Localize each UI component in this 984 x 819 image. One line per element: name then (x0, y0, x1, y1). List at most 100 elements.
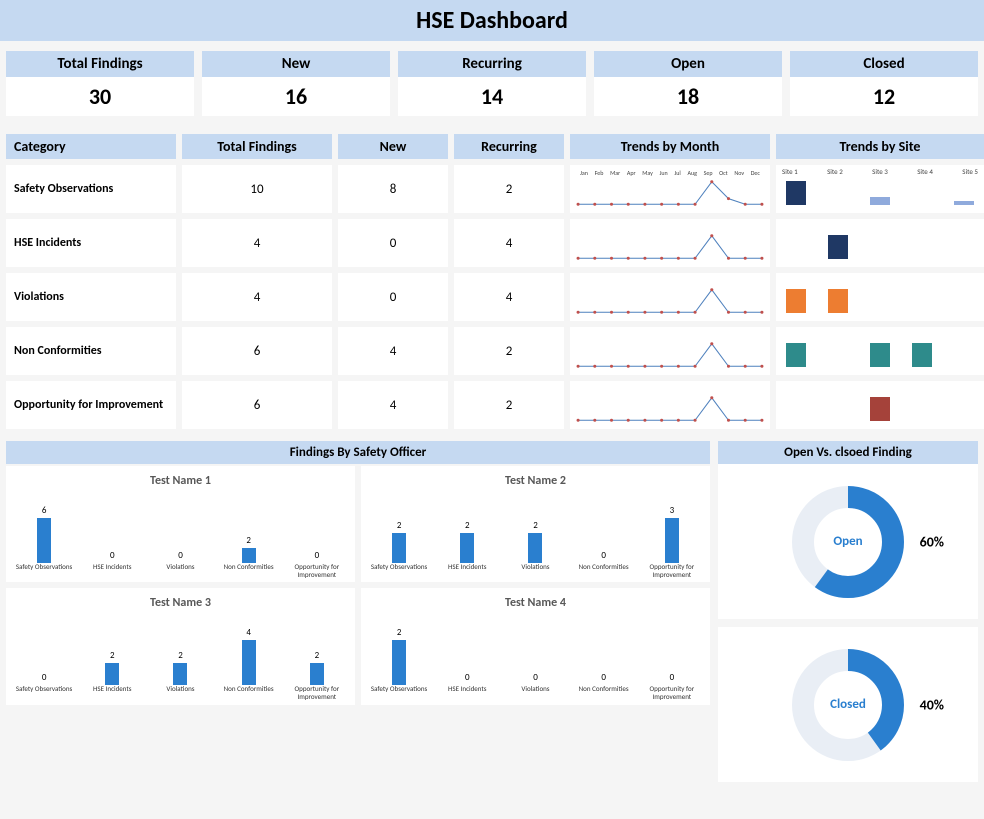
bar-category-label: Violations (150, 563, 211, 578)
bar-category-label: Opportunity for Improvement (286, 685, 347, 700)
category-section: Category Total Findings New Recurring Tr… (0, 134, 984, 429)
officer-card: Test Name 302242Safety ObservationsHSE I… (6, 588, 355, 704)
category-row: HSE Incidents404 (6, 219, 978, 267)
bar-category-label: Safety Observations (13, 685, 74, 700)
bar-value-label: 2 (178, 650, 183, 661)
bar-category-label: Safety Observations (368, 685, 429, 700)
bar-category-label: Violations (505, 563, 566, 578)
bar-value-label: 0 (601, 550, 606, 561)
bar-value-label: 2 (315, 650, 320, 661)
bar-rect (665, 518, 679, 563)
category-name: Non Conformities (6, 327, 176, 375)
bar-value-label: 2 (465, 520, 470, 531)
donut-center-label: Closed (830, 697, 866, 712)
category-new: 4 (338, 327, 448, 375)
officer-name: Test Name 3 (10, 596, 351, 610)
bar-category-label: Non Conformities (218, 563, 279, 578)
kpi-new: New 16 (202, 51, 390, 116)
bar-rect (392, 640, 406, 685)
bar-value-label: 0 (533, 672, 538, 683)
category-new: 0 (338, 219, 448, 267)
kpi-label: Closed (790, 51, 978, 77)
category-total: 6 (182, 327, 332, 375)
bar-category-label: Safety Observations (368, 563, 429, 578)
bar-category-label: Opportunity for Improvement (641, 685, 702, 700)
col-header-trends-site: Trends by Site (776, 134, 984, 159)
bar-category-label: Opportunity for Improvement (286, 563, 347, 578)
donut-card: Open 60% (718, 464, 978, 619)
officer-card: Test Name 222203Safety ObservationsHSE I… (361, 466, 710, 582)
category-name: Opportunity for Improvement (6, 381, 176, 429)
col-header-trends-month: Trends by Month (570, 134, 770, 159)
donut-percent: 60% (920, 533, 944, 550)
category-header-row: Category Total Findings New Recurring Tr… (6, 134, 978, 159)
kpi-label: Total Findings (6, 51, 194, 77)
category-recurring: 4 (454, 273, 564, 321)
sparkline-month (570, 219, 770, 267)
category-name: HSE Incidents (6, 219, 176, 267)
officer-name: Test Name 2 (365, 474, 706, 488)
bar-category-label: Violations (150, 685, 211, 700)
bar-rect (528, 533, 542, 563)
kpi-label: New (202, 51, 390, 77)
bar-category-label: Non Conformities (218, 685, 279, 700)
bar-category-label: HSE Incidents (82, 563, 143, 578)
bar-value-label: 0 (42, 672, 47, 683)
bar-value-label: 2 (246, 535, 251, 546)
bar-rect (310, 663, 324, 686)
kpi-value: 18 (594, 77, 782, 116)
bar-category-label: Non Conformities (573, 563, 634, 578)
kpi-total-findings: Total Findings 30 (6, 51, 194, 116)
bottom-section: Findings By Safety Officer Test Name 1 60… (0, 435, 984, 796)
bar-category-label: HSE Incidents (437, 563, 498, 578)
category-row: Safety Observations1082JanFebMarAprMayJu… (6, 165, 978, 213)
dashboard-title-bar: HSE Dashboard (0, 0, 984, 41)
bar-rect (460, 533, 474, 563)
category-recurring: 2 (454, 381, 564, 429)
bar-value-label: 2 (397, 627, 402, 638)
category-total: 10 (182, 165, 332, 213)
donuts-title: Open Vs. clsoed Finding (718, 441, 978, 464)
category-recurring: 2 (454, 327, 564, 375)
sparkline-month (570, 327, 770, 375)
donut-card: Closed40% (718, 627, 978, 782)
bar-value-label: 2 (110, 650, 115, 661)
kpi-label: Recurring (398, 51, 586, 77)
kpi-recurring: Recurring 14 (398, 51, 586, 116)
category-total: 4 (182, 219, 332, 267)
donut-center-label: Open (833, 534, 862, 549)
kpi-closed: Closed 12 (790, 51, 978, 116)
bar-category-label: Violations (505, 685, 566, 700)
officers-panel: Findings By Safety Officer Test Name 160… (6, 441, 710, 790)
category-recurring: 2 (454, 165, 564, 213)
bar-category-label: Opportunity for Improvement (641, 563, 702, 578)
bar-value-label: 2 (533, 520, 538, 531)
bar-category-label: Non Conformities (573, 685, 634, 700)
sparkline-month (570, 381, 770, 429)
sparkbar-site (776, 273, 984, 321)
bar-rect (37, 518, 51, 563)
sparkbar-site (776, 327, 984, 375)
col-header-new: New (338, 134, 448, 159)
bar-value-label: 0 (601, 672, 606, 683)
officer-name: Test Name 1 (10, 474, 351, 488)
bar-value-label: 0 (178, 550, 183, 561)
kpi-value: 14 (398, 77, 586, 116)
bar-value-label: 4 (246, 627, 251, 638)
bar-value-label: 3 (670, 505, 675, 516)
category-name: Violations (6, 273, 176, 321)
kpi-value: 12 (790, 77, 978, 116)
bar-category-label: Safety Observations (13, 563, 74, 578)
bar-value-label: 0 (110, 550, 115, 561)
donuts-panel: Open Vs. clsoed Finding Open 60% Closed40% (718, 441, 978, 790)
category-name: Safety Observations (6, 165, 176, 213)
category-row: Violations404 (6, 273, 978, 321)
dashboard-title: HSE Dashboard (0, 6, 984, 35)
bar-rect (105, 663, 119, 686)
sparkline-month (570, 273, 770, 321)
category-new: 4 (338, 381, 448, 429)
officers-title: Findings By Safety Officer (6, 441, 710, 464)
category-row: Opportunity for Improvement642 (6, 381, 978, 429)
sparkline-month: JanFebMarAprMayJunJulAugSepOctNovDec (570, 165, 770, 213)
bar-category-label: HSE Incidents (437, 685, 498, 700)
